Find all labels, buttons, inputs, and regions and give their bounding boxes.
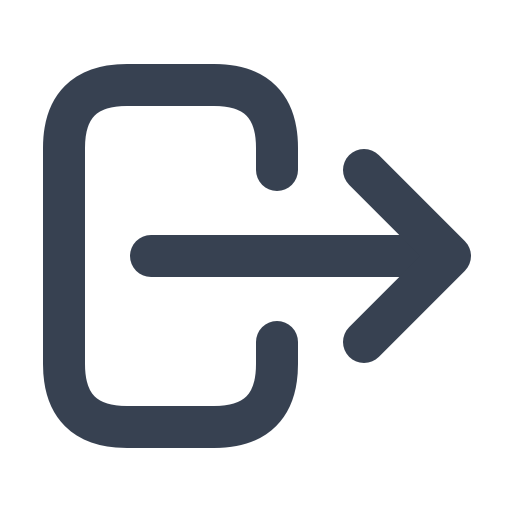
icon-canvas	[0, 0, 512, 512]
logout-icon[interactable]	[0, 0, 512, 512]
logout-glyph	[43, 64, 471, 448]
